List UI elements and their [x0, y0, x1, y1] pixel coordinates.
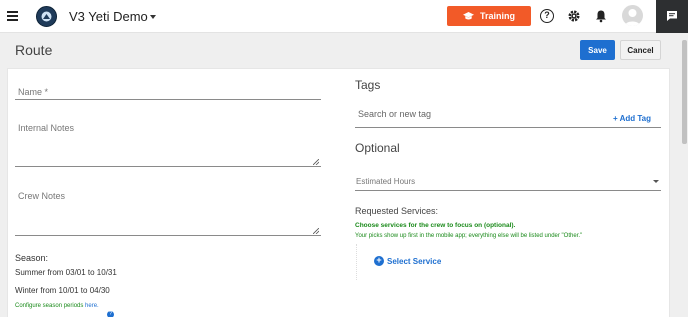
yeti-logo[interactable]	[36, 6, 57, 27]
crew-notes-label: Crew Notes	[18, 191, 66, 201]
resize-handle-icon[interactable]	[313, 159, 319, 165]
estimated-hours-underline	[355, 190, 661, 191]
select-service-button[interactable]: + Select Service	[374, 256, 441, 266]
add-tag-button[interactable]: + Add Tag	[613, 114, 651, 123]
internal-notes-textarea[interactable]	[15, 166, 321, 167]
select-service-label: Select Service	[387, 256, 442, 266]
help-icon[interactable]: ?	[540, 9, 554, 23]
graduation-cap-icon	[462, 11, 474, 19]
help-icon[interactable]: ?	[107, 311, 114, 317]
chat-icon	[667, 11, 677, 21]
season-heading: Season:	[15, 253, 49, 263]
save-button[interactable]: Save	[580, 40, 615, 60]
chat-button[interactable]	[656, 0, 688, 33]
crew-notes-textarea[interactable]	[15, 235, 321, 236]
configure-season-link[interactable]: here.	[85, 303, 99, 309]
configure-season-text: Configure season periods here.	[15, 303, 99, 309]
hamburger-icon[interactable]	[7, 11, 18, 21]
chevron-down-icon[interactable]	[653, 180, 659, 183]
services-hint-bold: Choose services for the crew to focus on…	[355, 222, 516, 229]
tag-search-underline	[355, 127, 661, 128]
scrollbar-thumb[interactable]	[682, 40, 687, 144]
optional-heading: Optional	[355, 141, 400, 155]
avatar[interactable]	[622, 5, 643, 26]
season-winter: Winter from 10/01 to 04/30	[15, 286, 110, 295]
name-input[interactable]	[15, 99, 321, 100]
page-title: Route	[15, 42, 53, 58]
internal-notes-label: Internal Notes	[18, 123, 75, 133]
training-button[interactable]: Training	[447, 6, 531, 26]
tag-search-input[interactable]: Search or new tag	[358, 109, 431, 119]
cancel-button[interactable]: Cancel	[620, 40, 661, 60]
season-summer: Summer from 03/01 to 10/31	[15, 268, 117, 277]
plus-circle-icon: +	[374, 256, 384, 266]
services-hint: Your picks show up first in the mobile a…	[355, 233, 583, 239]
gear-icon[interactable]	[567, 9, 581, 23]
chevron-down-icon[interactable]	[150, 15, 156, 19]
tags-heading: Tags	[355, 78, 381, 92]
requested-services-heading: Requested Services:	[355, 206, 439, 216]
bell-icon[interactable]	[594, 9, 608, 23]
top-bar: V3 Yeti Demo Training ?	[0, 0, 688, 33]
app-title[interactable]: V3 Yeti Demo	[69, 9, 148, 24]
training-label: Training	[479, 11, 515, 21]
plus-icon: +	[613, 114, 618, 123]
name-label: Name *	[18, 87, 49, 97]
estimated-hours-select[interactable]: Estimated Hours	[356, 177, 415, 186]
resize-handle-icon[interactable]	[313, 228, 319, 234]
